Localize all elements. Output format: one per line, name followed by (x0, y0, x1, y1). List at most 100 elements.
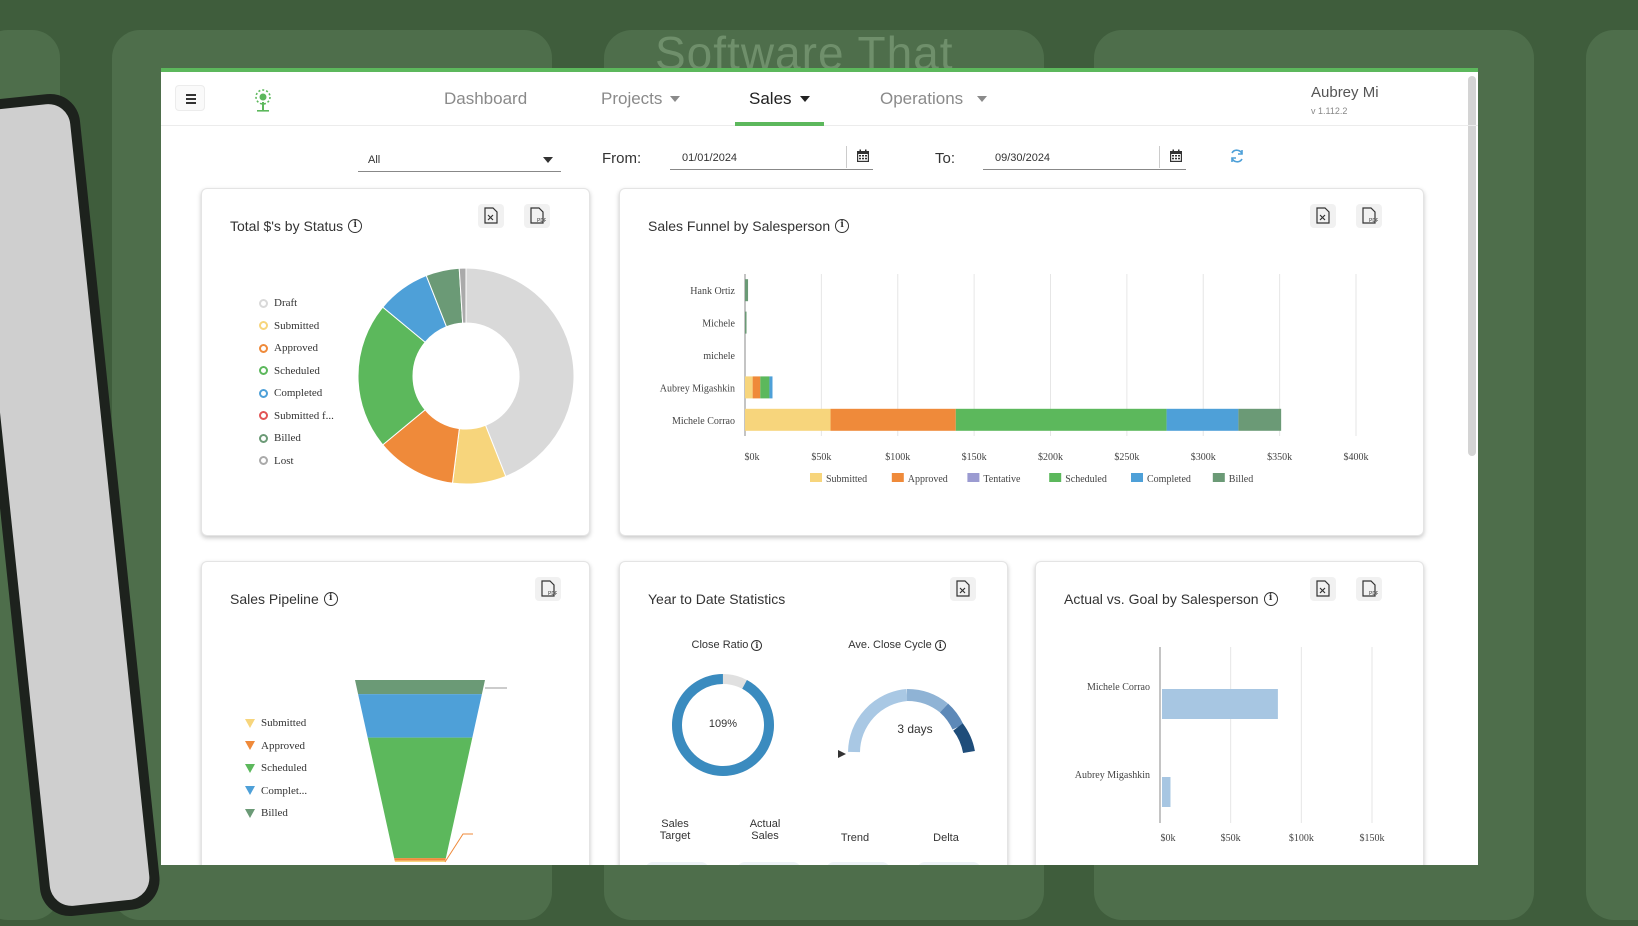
tree-logo-icon[interactable] (251, 88, 275, 114)
y-category-label: Michele Corrao (672, 416, 735, 427)
actual-vs-goal-chart[interactable]: $0k $50k $100k $150k Michele Corrao Aubrey Mi… (1036, 642, 1424, 865)
pdf-file-icon: PDF (530, 207, 546, 224)
legend-swatch (967, 473, 980, 482)
info-icon[interactable]: i (1263, 592, 1278, 606)
funnel-bar (745, 311, 747, 334)
calendar-icon[interactable] (856, 149, 870, 163)
export-excel-button[interactable] (950, 577, 976, 601)
x-tick-label: $150k (1360, 833, 1385, 844)
info-icon[interactable]: i (348, 219, 363, 233)
goal-card: Actual vs. Goal by Salesperson i PDF $0k $… (1035, 561, 1424, 865)
sales-target-header: Sales Target (659, 818, 691, 842)
legend-item[interactable]: Submitted f... (259, 405, 334, 428)
salesperson-select[interactable]: All (358, 146, 561, 172)
excel-file-icon (484, 207, 498, 224)
legend-label: Scheduled (1065, 474, 1107, 485)
legend-item[interactable]: Submitted (259, 315, 334, 338)
legend-item[interactable]: Lost (259, 450, 334, 473)
export-excel-button[interactable] (478, 204, 504, 228)
actual-bar (1162, 689, 1278, 719)
legend-item[interactable]: Complet... (245, 780, 307, 803)
chevron-down-icon (670, 96, 681, 102)
close-cycle-label: Ave. Close Cycle i (832, 639, 962, 651)
card-title: Year to Date Statistics (648, 591, 786, 607)
info-icon[interactable]: i (323, 592, 338, 606)
x-tick-label: $150k (962, 452, 987, 463)
chevron-down-icon (543, 157, 553, 163)
chevron-down-icon (977, 96, 988, 102)
info-icon[interactable]: i (934, 640, 946, 651)
info-icon[interactable]: i (835, 219, 850, 233)
y-category-label: Hank Ortiz (690, 286, 735, 297)
x-tick-label: $100k (1289, 833, 1314, 844)
card-title: Actual vs. Goal by Salesperson i (1064, 591, 1278, 607)
user-name[interactable]: Aubrey Mi (1311, 84, 1379, 101)
app-window: Dashboard Projects Sales Operations Aubr… (161, 68, 1478, 865)
funnel-bar (769, 376, 773, 399)
nav-projects[interactable]: Projects (601, 72, 681, 126)
status-card: Total $'s by Status i PDF Draft Submitted… (201, 188, 590, 536)
ytd-value-pill (737, 862, 801, 865)
export-pdf-button[interactable]: PDF (1356, 204, 1382, 228)
export-excel-button[interactable] (1310, 577, 1336, 601)
calendar-icon[interactable] (1169, 149, 1183, 163)
export-pdf-button[interactable]: PDF (524, 204, 550, 228)
funnel-bar (752, 376, 761, 399)
svg-text:PDF: PDF (1369, 218, 1378, 224)
y-category-label: Aubrey Migashkin (660, 383, 735, 394)
x-tick-label: $0k (1161, 833, 1176, 844)
actual-sales-header: Actual Sales (749, 818, 781, 842)
nav-operations[interactable]: Operations (880, 72, 988, 126)
legend-swatch (810, 473, 822, 482)
legend-item[interactable]: Billed (259, 427, 334, 450)
sales-funnel-chart[interactable]: $0k $50k $100k $150k $200k $250k $300k $350k $40… (620, 264, 1410, 524)
export-pdf-button[interactable]: PDF (1356, 577, 1382, 601)
from-date-field[interactable]: 01/01/2024 (670, 144, 873, 170)
nav-dashboard[interactable]: Dashboard (444, 72, 527, 126)
close-ratio-value: 109% (708, 718, 738, 730)
close-ratio-label: Close Ratio i (672, 639, 782, 651)
funnel-bar (830, 408, 956, 431)
x-tick-label: $400k (1344, 452, 1369, 463)
x-tick-label: $50k (811, 452, 831, 463)
refresh-icon[interactable] (1229, 148, 1245, 164)
funnel-bar (745, 376, 753, 399)
hamburger-menu-icon[interactable] (175, 85, 205, 111)
x-tick-label: $250k (1114, 452, 1139, 463)
card-title: Sales Pipeline i (230, 591, 338, 607)
info-icon[interactable]: i (751, 640, 763, 651)
status-donut-chart[interactable] (358, 251, 578, 491)
nav-sales[interactable]: Sales (735, 72, 824, 126)
excel-file-icon (1316, 207, 1330, 224)
legend-label: Billed (1229, 474, 1253, 485)
legend-item[interactable]: Scheduled (259, 360, 334, 383)
legend-item[interactable]: Approved (245, 735, 307, 758)
legend-label: Completed (1147, 474, 1191, 485)
legend-item[interactable]: Billed (245, 802, 307, 825)
pipeline-segment (358, 694, 482, 738)
pipeline-segment (355, 680, 485, 695)
pdf-file-icon: PDF (1362, 207, 1378, 224)
vertical-scrollbar[interactable] (1468, 76, 1476, 456)
pipeline-card: Sales Pipeline i PDF Submitted Approved S… (201, 561, 590, 865)
ytd-card: Year to Date Statistics Close Ratio i Av… (619, 561, 1008, 865)
legend-item[interactable]: Completed (259, 382, 334, 405)
actual-bar (1162, 777, 1171, 807)
bg-panel-right (1586, 30, 1638, 920)
export-excel-button[interactable] (1310, 204, 1336, 228)
pipeline-segment (394, 858, 446, 861)
legend-swatch (1131, 473, 1143, 482)
legend-item[interactable]: Scheduled (245, 757, 307, 780)
close-cycle-value: 3 days (897, 722, 933, 736)
from-date-value: 01/01/2024 (682, 152, 738, 164)
funnel-card: Sales Funnel by Salesperson i PDF $0k $50k… (619, 188, 1424, 536)
legend-item[interactable]: Approved (259, 337, 334, 360)
svg-text:PDF: PDF (548, 591, 557, 597)
y-category-label: Michele (702, 319, 735, 330)
export-pdf-button[interactable]: PDF (535, 577, 561, 601)
legend-item[interactable]: Submitted (245, 712, 307, 735)
legend-item[interactable]: Draft (259, 292, 334, 315)
status-legend: Draft Submitted Approved Scheduled Compl… (259, 292, 334, 472)
sales-pipeline-chart[interactable] (352, 674, 552, 865)
to-date-field[interactable]: 09/30/2024 (983, 144, 1186, 170)
